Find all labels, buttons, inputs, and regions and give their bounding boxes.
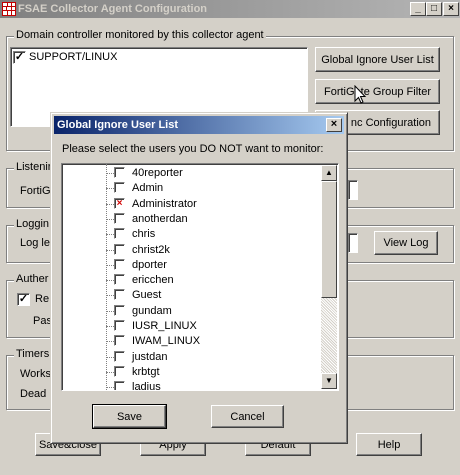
window-title: FSAE Collector Agent Configuration — [18, 3, 208, 15]
dialog-title: Global Ignore User List — [57, 119, 179, 131]
tree-branch-line — [106, 203, 114, 205]
user-checkbox[interactable] — [114, 228, 125, 240]
logging-group-title: Loggin — [14, 218, 52, 230]
user-name: chris — [132, 228, 156, 241]
user-tree-list[interactable]: 40reporter Admin × Administrator anotherdan c… — [61, 163, 339, 391]
user-name: IWAM_LINUX — [132, 335, 201, 348]
user-name: IUSR_LINUX — [132, 320, 197, 332]
user-checkbox[interactable] — [114, 335, 125, 347]
require-auth-label: Re — [35, 293, 50, 305]
dialog-prompt: Please select the users you DO NOT want … — [62, 143, 324, 155]
user-name: Admin — [132, 182, 164, 195]
user-checkbox[interactable] — [114, 381, 125, 390]
scroll-up-button[interactable]: ▲ — [321, 165, 337, 181]
tree-branch-line — [106, 173, 114, 174]
user-name: Administrator — [132, 197, 197, 210]
user-row[interactable]: 40reporter — [62, 166, 322, 181]
user-row[interactable]: justdan — [62, 350, 322, 365]
user-checkbox[interactable] — [114, 258, 125, 270]
user-row[interactable]: christ2k — [62, 243, 322, 258]
user-row[interactable]: ericchen — [62, 273, 322, 288]
user-checkbox[interactable] — [114, 167, 125, 178]
view-log-button[interactable]: View Log — [374, 231, 438, 255]
tree-branch-line — [106, 295, 114, 297]
global-ignore-dialog[interactable]: Global Ignore User List × Please select … — [50, 112, 348, 444]
user-name: anotherdan — [132, 212, 188, 225]
user-checkbox[interactable] — [114, 320, 125, 331]
scroll-down-button[interactable]: ▼ — [321, 373, 337, 389]
tree-branch-line — [106, 356, 114, 358]
listening-port-field[interactable] — [348, 180, 358, 200]
tree-branch-line — [106, 280, 114, 282]
tree-branch-line — [106, 387, 114, 389]
user-checkbox[interactable] — [114, 350, 125, 362]
user-name: krbtgt — [132, 365, 160, 378]
mouse-cursor-icon — [354, 85, 367, 104]
user-row[interactable]: Guest — [62, 288, 322, 303]
tree-branch-line — [106, 249, 114, 251]
window-titlebar[interactable]: FSAE Collector Agent Configuration _ □ × — [0, 0, 460, 18]
tree-branch-line — [106, 310, 114, 312]
user-row[interactable]: ladius — [62, 380, 322, 391]
domain-item-label: SUPPORT/LINUX — [29, 51, 118, 63]
tree-branch-line — [106, 218, 114, 220]
log-level-label: Log le — [20, 237, 50, 249]
dialog-titlebar[interactable]: Global Ignore User List × — [54, 116, 344, 134]
user-checkbox[interactable] — [114, 274, 125, 286]
help-button[interactable]: Help — [356, 433, 422, 456]
fortinet-app-icon — [2, 2, 16, 16]
user-row[interactable]: × Administrator — [62, 197, 322, 212]
user-name: 40reporter — [132, 167, 183, 179]
group-filter-button[interactable]: FortiGate Group Filter — [315, 79, 440, 104]
tree-branch-line — [106, 341, 114, 343]
scroll-thumb[interactable] — [321, 181, 337, 298]
user-name: Guest — [132, 289, 162, 302]
user-row[interactable]: gundam — [62, 304, 322, 319]
user-list-scrollbar[interactable]: ▲ ▼ — [321, 165, 337, 389]
domain-checkbox[interactable]: ✓ — [13, 51, 26, 64]
user-checkbox[interactable] — [114, 304, 125, 316]
dialog-save-button[interactable]: Save — [93, 405, 166, 428]
authentication-group-title: Auther — [14, 273, 51, 285]
user-checkbox[interactable] — [114, 289, 125, 301]
user-name: christ2k — [132, 243, 170, 256]
user-checkbox[interactable] — [114, 212, 125, 224]
timers-group-title: Timers — [14, 348, 52, 360]
tree-branch-line — [106, 326, 114, 327]
require-auth-checkbox[interactable]: ✓ — [17, 293, 30, 306]
domain-group-title: Domain controller monitored by this coll… — [14, 29, 266, 41]
log-level-field[interactable] — [348, 233, 358, 253]
user-row[interactable]: IWAM_LINUX — [62, 334, 322, 349]
global-ignore-list-button[interactable]: Global Ignore User List — [315, 47, 440, 72]
dead-timer-label: Dead — [20, 388, 47, 400]
tree-branch-line — [106, 264, 114, 266]
tree-branch-line — [106, 188, 114, 190]
dialog-close-button[interactable]: × — [326, 118, 342, 132]
user-name: justdan — [132, 350, 168, 363]
user-name: dporter — [132, 258, 167, 271]
workstation-timer-label: Works — [20, 368, 51, 380]
user-name: ladius — [132, 381, 161, 391]
user-row[interactable]: anotherdan — [62, 212, 322, 227]
tree-branch-line — [106, 371, 114, 373]
user-row[interactable]: IUSR_LINUX — [62, 319, 322, 334]
user-checkbox[interactable] — [114, 182, 125, 194]
scroll-track[interactable] — [321, 181, 337, 373]
user-row[interactable]: chris — [62, 227, 322, 242]
user-row[interactable]: krbtgt — [62, 365, 322, 380]
user-name: gundam — [132, 304, 172, 317]
user-row[interactable]: Admin — [62, 181, 322, 196]
user-row[interactable]: dporter — [62, 258, 322, 273]
user-name: ericchen — [132, 274, 174, 287]
listening-label: FortiG — [20, 185, 51, 197]
user-checkbox[interactable] — [114, 243, 125, 255]
maximize-button[interactable]: □ — [426, 2, 442, 16]
tree-branch-line — [106, 234, 114, 236]
user-checkbox[interactable] — [114, 365, 125, 377]
dialog-cancel-button[interactable]: Cancel — [211, 405, 284, 428]
listening-group-title: Listenir — [14, 161, 54, 173]
minimize-button[interactable]: _ — [410, 2, 426, 16]
window-close-button[interactable]: × — [443, 2, 459, 16]
user-checkbox[interactable]: × — [114, 197, 125, 209]
